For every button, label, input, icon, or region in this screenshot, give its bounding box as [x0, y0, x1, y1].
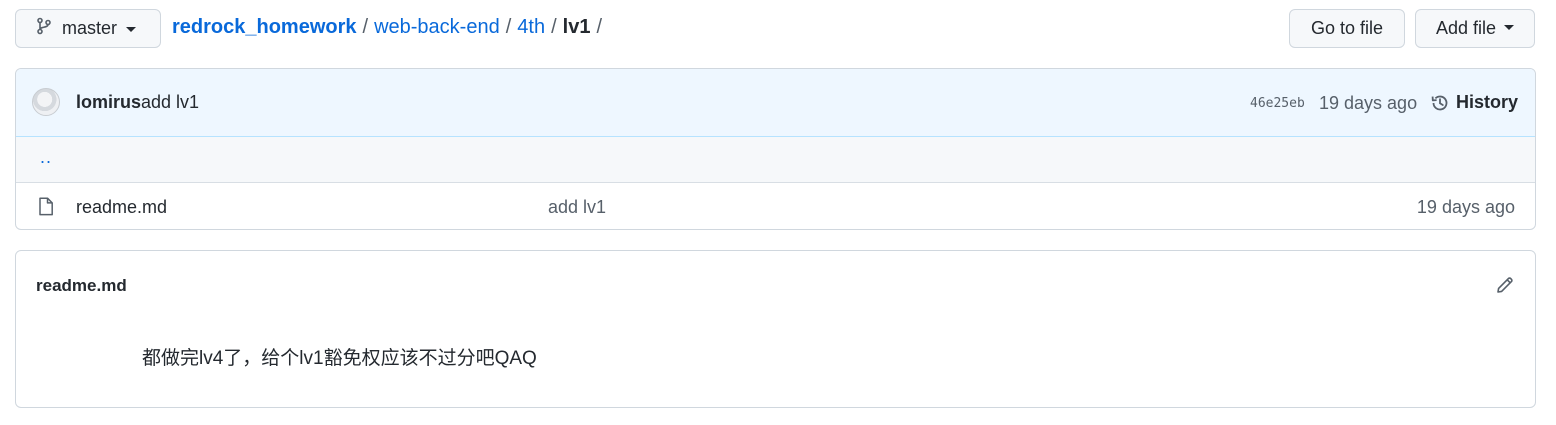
- go-to-file-label: Go to file: [1310, 18, 1384, 38]
- breadcrumb-link-4th[interactable]: 4th: [517, 16, 545, 38]
- readme-panel: readme.md 都做完lv4了，给个lv1豁免权应该不过分吧QAQ: [15, 250, 1536, 408]
- breadcrumb-separator: /: [551, 16, 557, 38]
- history-label: History: [1456, 92, 1519, 112]
- chevron-down-icon: [1504, 25, 1515, 30]
- breadcrumb-link-web-back-end[interactable]: web-back-end: [374, 16, 500, 38]
- breadcrumb-separator: /: [362, 16, 369, 38]
- breadcrumb-current: lv1: [562, 16, 591, 38]
- file-commit-link[interactable]: add lv1: [548, 197, 606, 218]
- branch-select-button[interactable]: master: [15, 9, 161, 48]
- file-age: 19 days ago: [1416, 197, 1515, 217]
- readme-title[interactable]: readme.md: [36, 276, 127, 296]
- file-browser: lomirus add lv1 46e25eb 19 days ago Hist…: [15, 68, 1536, 230]
- breadcrumb: redrock_homework / web-back-end/4th / lv1/: [172, 16, 608, 39]
- go-to-file-button[interactable]: Go to file: [1289, 9, 1405, 48]
- file-name-link[interactable]: readme.md: [76, 197, 167, 218]
- avatar[interactable]: [32, 88, 60, 116]
- parent-directory-link[interactable]: ..: [40, 147, 52, 168]
- parent-directory-row[interactable]: ..: [16, 137, 1535, 183]
- repo-toolbar: master redrock_homework / web-back-end/4th…: [15, 9, 1536, 49]
- add-file-button[interactable]: Add file: [1415, 9, 1535, 48]
- readme-content: 都做完lv4了，给个lv1豁免权应该不过分吧QAQ: [142, 348, 537, 369]
- file-icon: [38, 197, 54, 221]
- history-link[interactable]: History: [1430, 92, 1518, 113]
- commit-age: 19 days ago: [1319, 93, 1418, 113]
- latest-commit-bar: lomirus add lv1 46e25eb 19 days ago Hist…: [16, 69, 1535, 137]
- pencil-icon[interactable]: [1495, 275, 1515, 300]
- add-file-label: Add file: [1435, 18, 1497, 38]
- breadcrumb-separator: /: [596, 16, 603, 38]
- branch-name: master: [62, 18, 118, 38]
- chevron-down-icon: [126, 27, 137, 32]
- git-branch-icon: [36, 17, 52, 40]
- commit-message-link[interactable]: add lv1: [141, 92, 199, 113]
- table-row[interactable]: readme.md add lv1 19 days ago: [16, 183, 1535, 229]
- commit-author-link[interactable]: lomirus: [76, 92, 141, 113]
- commit-sha-link[interactable]: 46e25eb: [1250, 96, 1305, 111]
- breadcrumb-separator: /: [505, 16, 512, 38]
- breadcrumb-repo-link[interactable]: redrock_homework: [172, 16, 357, 38]
- history-icon: [1431, 95, 1448, 110]
